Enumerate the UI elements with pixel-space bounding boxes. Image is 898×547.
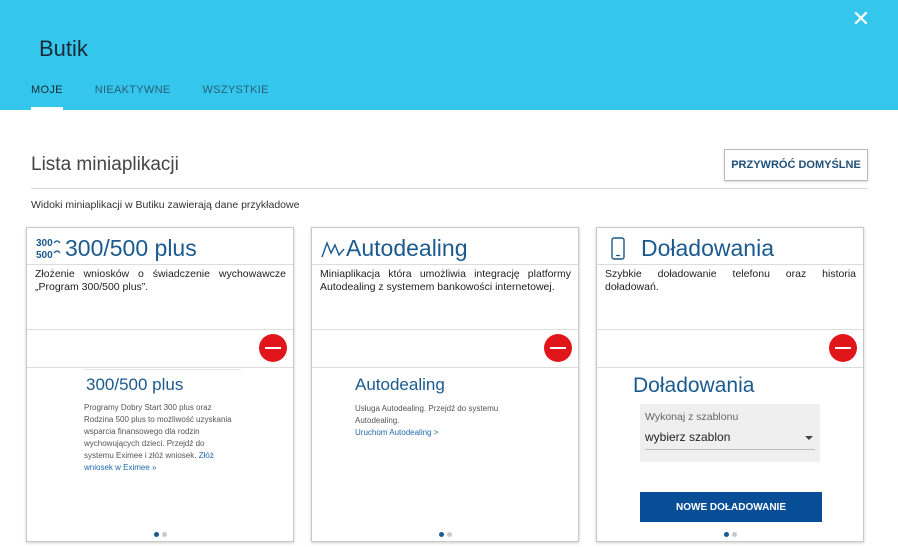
- remove-app-button[interactable]: [259, 334, 287, 362]
- card-header-divider: [597, 264, 863, 265]
- card-preview-divider: [312, 367, 578, 368]
- preview-title: Autodealing: [355, 375, 445, 394]
- tab-wszystkie[interactable]: WSZYSTKIE: [203, 84, 269, 110]
- svg-text:500: 500: [36, 250, 53, 261]
- carousel-dot[interactable]: [446, 532, 452, 537]
- carousel-dots: [597, 532, 863, 537]
- close-icon[interactable]: ✕: [850, 8, 872, 30]
- card-title: Autodealing: [346, 234, 468, 261]
- preview-text: Usługa Autodealing. Przejdź do systemu A…: [355, 403, 515, 439]
- preview-link-autodealing[interactable]: Uruchom Autodealing >: [355, 428, 438, 437]
- carousel-dot[interactable]: [723, 532, 729, 537]
- remove-app-button[interactable]: [829, 334, 857, 362]
- template-select[interactable]: wybierz szablon: [645, 430, 815, 450]
- card-title: Doładowania: [641, 234, 774, 261]
- card-description: Szybkie doładowanie telefonu oraz histor…: [605, 268, 856, 293]
- autodealing-icon: [321, 241, 345, 258]
- card-header: 300 500 300/500 plus: [35, 232, 197, 264]
- tab-nieaktywne[interactable]: NIEAKTYWNE: [95, 84, 171, 110]
- card-middle-divider: [597, 329, 863, 330]
- page-title: Butik: [39, 36, 88, 61]
- card-preview-divider: [27, 367, 293, 368]
- card-description: Złożenie wniosków o świadczenie wychowaw…: [35, 268, 286, 293]
- boutique-header: Butik ✕ MOJE NIEAKTYWNE WSZYSTKIE: [0, 0, 898, 110]
- carousel-dot[interactable]: [153, 532, 159, 537]
- card-header: Autodealing: [320, 232, 468, 264]
- carousel-dots: [312, 532, 578, 537]
- preview-title: Doładowania: [633, 374, 755, 397]
- minus-icon: [835, 347, 851, 349]
- app-card-doladowania: Doładowania Szybkie doładowanie telefonu…: [596, 227, 864, 542]
- section-title: Lista miniaplikacji: [31, 154, 179, 175]
- tab-bar: MOJE NIEAKTYWNE WSZYSTKIE: [31, 84, 301, 110]
- carousel-dot[interactable]: [161, 532, 167, 537]
- family-500-icon: 300 500: [36, 238, 61, 261]
- card-header-divider: [312, 264, 578, 265]
- card-middle-divider: [312, 329, 578, 330]
- tab-moje[interactable]: MOJE: [31, 84, 63, 110]
- card-title: 300/500 plus: [65, 234, 197, 261]
- dropdown-caret-icon: [805, 436, 813, 440]
- carousel-dots: [27, 532, 293, 537]
- mobile-phone-icon: [611, 237, 625, 260]
- card-description: Miniaplikacja która umożliwia integrację…: [320, 268, 571, 293]
- card-preview-divider: [597, 367, 863, 368]
- carousel-dot[interactable]: [731, 532, 737, 537]
- preview-text: Programy Dobry Start 300 plus oraz Rodzi…: [84, 402, 232, 474]
- remove-app-button[interactable]: [544, 334, 572, 362]
- carousel-dot[interactable]: [438, 532, 444, 537]
- sample-data-note: Widoki miniaplikacji w Butiku zawierają …: [31, 199, 300, 211]
- new-topup-button[interactable]: NOWE DOŁADOWANIE: [640, 492, 822, 522]
- card-header-divider: [27, 264, 293, 265]
- restore-defaults-button[interactable]: PRZYWRÓĆ DOMYŚLNE: [724, 149, 868, 181]
- app-card-300-500-plus: 300 500 300/500 plus Złożenie wniosków o…: [26, 227, 294, 542]
- card-header: Doładowania: [605, 232, 774, 264]
- template-panel: Wykonaj z szablonu wybierz szablon: [640, 404, 820, 462]
- template-select-value: wybierz szablon: [645, 430, 731, 444]
- preview-body: Usługa Autodealing. Przejdź do systemu A…: [355, 404, 499, 425]
- preview-title: 300/500 plus: [86, 375, 184, 394]
- app-card-autodealing: Autodealing Miniaplikacja która umożliwi…: [311, 227, 579, 542]
- template-label: Wykonaj z szablonu: [645, 411, 739, 423]
- minus-icon: [265, 347, 281, 349]
- section-divider: [31, 188, 868, 189]
- minus-icon: [550, 347, 566, 349]
- card-middle-divider: [27, 329, 293, 330]
- preview-top-line: [83, 369, 241, 370]
- svg-text:300: 300: [36, 238, 53, 249]
